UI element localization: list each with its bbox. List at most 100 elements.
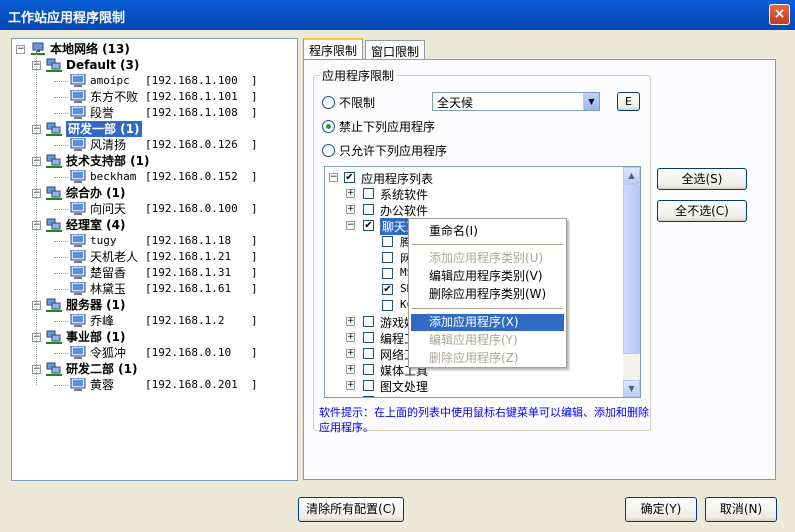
scroll-thumb[interactable] <box>623 184 640 354</box>
context-menu-item[interactable]: 添加应用程序类别(U) <box>411 250 564 267</box>
radio-unlimited-label[interactable]: 不限制 <box>339 94 375 111</box>
radio-forbid-label[interactable]: 禁止下列应用程序 <box>339 118 435 135</box>
checkbox[interactable] <box>363 316 374 327</box>
ok-button[interactable]: 确定(Y) <box>625 497 697 522</box>
expand-icon[interactable]: + <box>346 365 355 374</box>
expand-icon[interactable]: + <box>346 349 355 358</box>
select-all-button[interactable]: 全选(S) <box>657 168 747 190</box>
tree-connector <box>54 113 68 114</box>
group-icon <box>46 330 62 344</box>
checkbox[interactable]: ✔ <box>363 220 374 231</box>
expand-icon[interactable]: + <box>346 333 355 342</box>
collapse-icon[interactable]: − <box>329 173 338 182</box>
collapse-icon[interactable]: − <box>16 45 25 54</box>
expand-icon[interactable]: + <box>347 397 355 398</box>
context-menu-item[interactable]: 重命名(I) <box>411 223 564 240</box>
expand-icon[interactable]: + <box>346 381 355 390</box>
checkbox[interactable]: ✔ <box>382 284 393 295</box>
scroll-up-icon[interactable]: ▲ <box>623 167 640 184</box>
vertical-scrollbar[interactable]: ▲ ▼ <box>623 167 640 397</box>
context-menu-item[interactable]: 编辑应用程序(Y) <box>411 332 564 349</box>
tree-group-label[interactable]: 研发一部 (1) <box>66 121 142 137</box>
network-tree[interactable]: − 本地网络 (13) − Default (3) amoipc [192.168.1.1… <box>11 38 298 481</box>
expand-icon[interactable]: + <box>346 189 355 198</box>
tree-group-label[interactable]: Default (3) <box>66 57 139 73</box>
checkbox[interactable] <box>363 380 374 391</box>
radio-allow-label[interactable]: 只允许下列应用程序 <box>339 142 447 159</box>
tree-connector <box>54 289 68 290</box>
tree-group-label[interactable]: 综合办 (1) <box>66 185 126 201</box>
tree-group-label[interactable]: 经理室 (4) <box>66 217 126 233</box>
chevron-down-icon[interactable]: ▼ <box>583 93 599 110</box>
context-menu-item[interactable]: 删除应用程序类别(W) <box>411 286 564 303</box>
tree-member-name[interactable]: 向问天 <box>90 201 126 217</box>
tree-group-label[interactable]: 事业部 (1) <box>66 329 126 345</box>
checkbox[interactable] <box>363 332 374 343</box>
tree-member-name[interactable]: 乔峰 <box>90 313 114 329</box>
computer-icon <box>70 281 86 296</box>
app-category-label[interactable]: 系统软件 <box>380 186 428 203</box>
menu-separator <box>412 308 563 309</box>
tree-group-label[interactable]: 技术支持部 (1) <box>66 153 150 169</box>
radio-allow[interactable] <box>322 144 335 157</box>
tree-member-name[interactable]: 段誉 <box>90 105 114 121</box>
tab-program-restrict[interactable]: 程序限制 <box>303 38 364 60</box>
app-category-label[interactable]: 下载 <box>380 394 404 397</box>
tree-connector <box>54 321 68 322</box>
close-button[interactable]: × <box>769 4 790 25</box>
checkbox[interactable] <box>363 364 374 375</box>
cancel-button[interactable]: 取消(N) <box>705 497 777 522</box>
checkbox[interactable] <box>382 268 393 279</box>
tree-connector <box>54 209 68 210</box>
app-category-label[interactable]: 图文处理 <box>380 378 428 395</box>
tree-member-name[interactable]: 天机老人 <box>90 249 138 265</box>
expand-icon[interactable]: + <box>346 317 355 326</box>
app-list-root-label[interactable]: 应用程序列表 <box>361 170 433 187</box>
tree-member-ip: [192.168.1.21 ] <box>145 250 258 263</box>
schedule-edit-button[interactable]: E <box>617 92 640 111</box>
radio-forbid[interactable] <box>322 120 335 133</box>
context-menu-item[interactable]: 删除应用程序(Z) <box>411 350 564 367</box>
tree-member-name[interactable]: 林黛玉 <box>90 281 126 297</box>
scroll-down-icon[interactable]: ▼ <box>623 380 640 397</box>
tree-member-name[interactable]: 楚留香 <box>90 265 126 281</box>
collapse-icon[interactable]: − <box>346 221 355 230</box>
checkbox[interactable] <box>382 300 393 311</box>
window-title: 工作站应用程序限制 <box>8 11 126 26</box>
tree-member-name[interactable]: 风清扬 <box>90 137 126 153</box>
tree-group-label[interactable]: 服务器 (1) <box>66 297 126 313</box>
tree-member-name[interactable]: 令狐冲 <box>90 345 126 361</box>
expand-icon[interactable]: + <box>346 205 355 214</box>
tab-window-restrict[interactable]: 窗口限制 <box>365 40 426 61</box>
context-menu-item[interactable]: 添加应用程序(X) <box>411 314 564 331</box>
checkbox[interactable] <box>363 188 374 199</box>
tree-member-name[interactable]: tugy <box>90 233 117 249</box>
computer-icon <box>70 249 86 264</box>
tree-member-name[interactable]: amoipc <box>90 73 130 89</box>
app-restrict-group-label: 应用程序限制 <box>320 67 397 84</box>
group-icon <box>46 186 62 200</box>
tree-member-name[interactable]: 黄蓉 <box>90 377 114 393</box>
tree-member-name[interactable]: beckham <box>90 169 136 185</box>
deselect-all-button[interactable]: 全不选(C) <box>657 200 747 222</box>
clear-all-button[interactable]: 清除所有配置(C) <box>298 497 404 522</box>
checkbox[interactable]: ✔ <box>344 172 355 183</box>
group-icon <box>46 122 62 136</box>
app-category-label[interactable]: 办公软件 <box>380 202 428 219</box>
schedule-value: 全天候 <box>437 96 474 110</box>
checkbox[interactable] <box>363 204 374 215</box>
tree-member-ip: [192.168.1.31 ] <box>145 266 258 279</box>
tree-connector <box>54 145 68 146</box>
checkbox[interactable] <box>382 236 393 247</box>
schedule-select[interactable]: 全天候 ▼ <box>432 92 600 111</box>
tree-connector <box>54 177 68 178</box>
radio-unlimited[interactable] <box>322 96 335 109</box>
checkbox[interactable] <box>363 396 374 397</box>
context-menu-item[interactable]: 编辑应用程序类别(V) <box>411 268 564 285</box>
tree-member-name[interactable]: 东方不败 <box>90 89 138 105</box>
checkbox[interactable] <box>382 252 393 263</box>
checkbox[interactable] <box>363 348 374 359</box>
tree-root-label[interactable]: 本地网络 (13) <box>50 41 130 57</box>
tree-member-ip: [192.168.0.126 ] <box>145 138 258 151</box>
tree-group-label[interactable]: 研发二部 (1) <box>66 361 138 377</box>
